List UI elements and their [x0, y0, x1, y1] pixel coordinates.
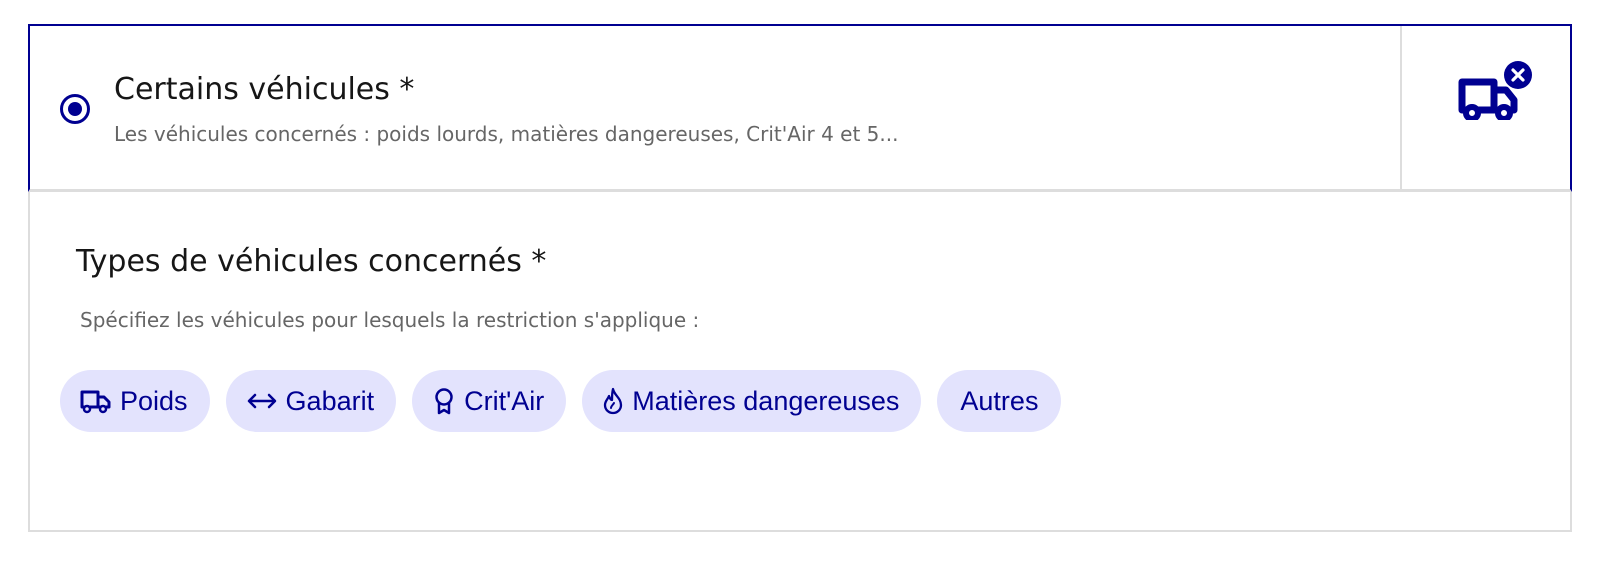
award-icon	[432, 387, 456, 415]
truck-icon	[1458, 61, 1532, 120]
option-content: Certains véhicules * Les véhicules conce…	[30, 26, 1400, 189]
option-pictogram	[1400, 26, 1570, 189]
certain-vehicles-option[interactable]: Certains véhicules * Les véhicules conce…	[28, 24, 1572, 192]
vehicle-restriction-block: Certains véhicules * Les véhicules conce…	[28, 24, 1572, 532]
option-description: Les véhicules concernés : poids lourds, …	[114, 122, 899, 146]
radio-selected[interactable]	[60, 94, 90, 124]
tag-gabarit[interactable]: Gabarit	[225, 370, 397, 432]
flame-icon	[602, 387, 624, 415]
tag-label: Poids	[120, 385, 188, 416]
vehicle-type-tags: Poids Gabarit Crit'Air Matières dangereu…	[60, 370, 1062, 432]
tag-label: Gabarit	[285, 385, 375, 416]
option-title: Certains véhicules *	[114, 72, 415, 107]
tag-poids[interactable]: Poids	[60, 370, 210, 432]
close-icon	[1504, 61, 1532, 89]
tag-label: Matières dangereuses	[632, 385, 900, 416]
truck-icon	[80, 388, 112, 414]
tag-matieres-dangereuses[interactable]: Matières dangereuses	[582, 370, 922, 432]
arrows-horizontal-icon	[246, 391, 278, 411]
tag-critair[interactable]: Crit'Air	[412, 370, 567, 432]
vehicle-types-hint: Spécifiez les véhicules pour lesquels la…	[80, 308, 700, 332]
vehicle-types-title: Types de véhicules concernés *	[76, 244, 547, 279]
tag-label: Crit'Air	[464, 385, 545, 416]
tag-label: Autres	[960, 385, 1039, 416]
tag-autres[interactable]: Autres	[937, 370, 1062, 432]
vehicle-types-panel: Types de véhicules concernés * Spécifiez…	[28, 192, 1572, 532]
